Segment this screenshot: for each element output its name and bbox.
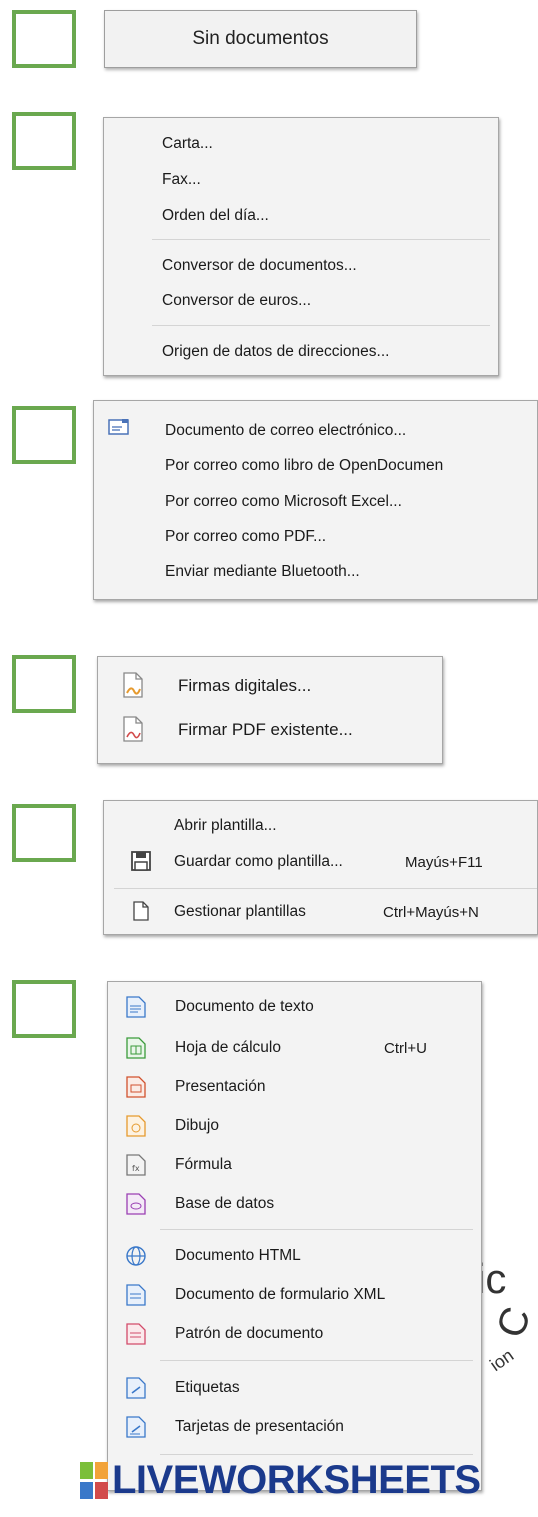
menu-item-label: Orden del día...	[162, 207, 269, 224]
menu-item-carta[interactable]: Carta...	[104, 127, 498, 161]
menu-item-shortcut: Mayús+F11	[405, 853, 483, 871]
menu-item-label: Origen de datos de direcciones...	[162, 343, 390, 360]
liveworksheets-brand: LIVEWORKSHEETS	[112, 1458, 481, 1502]
answer-box-5[interactable]	[12, 804, 76, 862]
menu-item-dibujo[interactable]: Dibujo	[108, 1109, 481, 1143]
watermark-fragment: C	[488, 1301, 538, 1344]
menu-item-fax[interactable]: Fax...	[104, 163, 498, 197]
menu-item-origen-datos[interactable]: Origen de datos de direcciones...	[104, 335, 498, 369]
answer-box-2[interactable]	[12, 112, 76, 170]
menu-separator	[152, 325, 490, 326]
menu-item-firmas-digitales[interactable]: Firmas digitales...	[98, 669, 442, 703]
menu-item-label: Enviar mediante Bluetooth...	[165, 563, 360, 580]
menu-item-label: Documento HTML	[175, 1247, 301, 1264]
menu-item-label: Por correo como Microsoft Excel...	[165, 493, 402, 510]
menu-item-patron-documento[interactable]: Patrón de documento	[108, 1317, 481, 1351]
menu-item-gestionar-plantillas[interactable]: Gestionar plantillas Ctrl+Mayús+N	[104, 895, 537, 929]
sin-documentos-label: Sin documentos	[192, 28, 329, 49]
menu-item-label: Base de datos	[175, 1195, 275, 1212]
menu-item-label: Por correo como PDF...	[165, 528, 327, 545]
watermark-fragment: ion	[486, 1345, 518, 1376]
menu-item-label: Documento de formulario XML	[175, 1286, 386, 1303]
menu-item-formulario-xml[interactable]: Documento de formulario XML	[108, 1278, 481, 1312]
menu-item-hoja-calculo[interactable]: Hoja de cálculo Ctrl+U	[108, 1031, 481, 1065]
templates-menu: Abrir plantilla... Guardar como plantill…	[103, 800, 538, 935]
menu-item-presentacion[interactable]: Presentación	[108, 1070, 481, 1104]
menu-item-label: Presentación	[175, 1078, 266, 1095]
menu-item-orden-del-dia[interactable]: Orden del día...	[104, 199, 498, 233]
answer-box-6[interactable]	[12, 980, 76, 1038]
menu-item-guardar-plantilla[interactable]: Guardar como plantilla... Mayús+F11	[104, 845, 537, 879]
menu-item-shortcut: Ctrl+U	[384, 1039, 427, 1057]
menu-separator	[160, 1229, 473, 1230]
menu-item-shortcut: Ctrl+Mayús+N	[383, 903, 479, 921]
wizards-menu: Carta... Fax... Orden del día... Convers…	[103, 117, 499, 376]
answer-box-4[interactable]	[12, 655, 76, 713]
menu-item-tarjetas-presentacion[interactable]: Tarjetas de presentación	[108, 1410, 481, 1444]
menu-item-label: Por correo como libro de OpenDocumen	[165, 457, 444, 474]
menu-item-label: Fax...	[162, 171, 201, 188]
signatures-menu: Firmas digitales... Firmar PDF existente…	[97, 656, 443, 764]
menu-item-conversor-documentos[interactable]: Conversor de documentos...	[104, 249, 498, 283]
menu-separator	[160, 1454, 473, 1455]
liveworksheets-logo-icon	[80, 1462, 108, 1499]
menu-separator	[152, 239, 490, 240]
menu-item-label: Fórmula	[175, 1156, 232, 1173]
menu-item-label: Dibujo	[175, 1117, 219, 1134]
menu-item-abrir-plantilla[interactable]: Abrir plantilla...	[104, 809, 537, 843]
menu-item-label: Firmas digitales...	[178, 676, 312, 695]
menu-item-correo-opendocument[interactable]: Por correo como libro de OpenDocumen	[94, 449, 537, 483]
menu-item-label: Carta...	[162, 135, 213, 152]
menu-item-etiquetas[interactable]: Etiquetas	[108, 1371, 481, 1405]
menu-item-label: Gestionar plantillas	[174, 903, 306, 920]
menu-item-firmar-pdf[interactable]: Firmar PDF existente...	[98, 713, 442, 747]
menu-item-label: Hoja de cálculo	[175, 1039, 281, 1056]
menu-item-conversor-euros[interactable]: Conversor de euros...	[104, 284, 498, 318]
menu-item-label: Abrir plantilla...	[174, 817, 277, 834]
menu-item-label: Firmar PDF existente...	[178, 720, 353, 739]
menu-item-correo-excel[interactable]: Por correo como Microsoft Excel...	[94, 485, 537, 519]
menu-item-label: Patrón de documento	[175, 1325, 324, 1342]
menu-separator	[160, 1360, 473, 1361]
menu-item-label: Guardar como plantilla...	[174, 853, 343, 870]
menu-item-bluetooth[interactable]: Enviar mediante Bluetooth...	[94, 555, 537, 589]
new-document-menu: Documento de texto Hoja de cálculo Ctrl+U…	[107, 981, 482, 1491]
menu-item-label: Tarjetas de presentación	[175, 1418, 344, 1435]
menu-item-base-datos[interactable]: Base de datos	[108, 1187, 481, 1221]
answer-box-3[interactable]	[12, 406, 76, 464]
menu-separator	[114, 888, 537, 889]
menu-item-label: Conversor de euros...	[162, 292, 312, 309]
answer-box-1[interactable]	[12, 10, 76, 68]
menu-item-label: Conversor de documentos...	[162, 257, 357, 274]
menu-item-documento-texto[interactable]: Documento de texto	[108, 990, 481, 1024]
menu-item-label: Etiquetas	[175, 1379, 240, 1396]
send-menu: Documento de correo electrónico... Por c…	[93, 400, 538, 600]
menu-item-documento-html[interactable]: Documento HTML	[108, 1239, 481, 1273]
menu-item-correo-electronico[interactable]: Documento de correo electrónico...	[94, 414, 537, 448]
menu-item-formula[interactable]: Fórmula	[108, 1148, 481, 1182]
menu-item-label: Documento de correo electrónico...	[165, 422, 407, 439]
sin-documentos-button[interactable]: Sin documentos	[104, 10, 417, 68]
menu-item-correo-pdf[interactable]: Por correo como PDF...	[94, 520, 537, 554]
menu-item-label: Documento de texto	[175, 998, 314, 1015]
